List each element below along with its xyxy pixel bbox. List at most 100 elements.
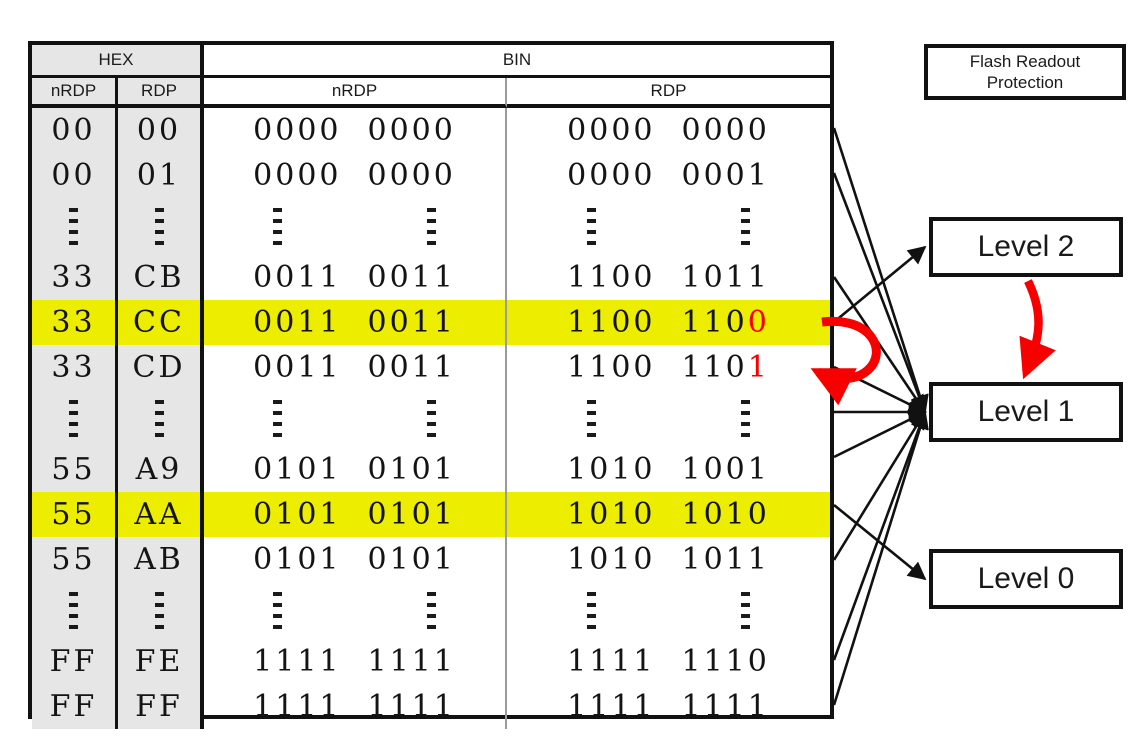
cell-hex-nrdp: [32, 390, 118, 447]
bin-nibble-low: 1111: [367, 689, 456, 724]
bin-nibble-high: 1100: [567, 305, 656, 340]
cell-hex-rdp: CC: [118, 300, 204, 345]
cell-hex-rdp: [118, 582, 204, 639]
vertical-ellipsis: [69, 592, 78, 629]
cell-bin-nrdp: 0011 0011: [204, 345, 507, 390]
vertical-ellipsis: [154, 208, 164, 245]
cell-hex-nrdp: 33: [32, 345, 118, 390]
level-1-label: Level 1: [977, 395, 1075, 428]
bin-nibble-low: 0011: [367, 350, 456, 385]
cell-hex-nrdp: FF: [32, 684, 118, 729]
vertical-ellipsis: [273, 208, 282, 245]
cell-hex-rdp: [118, 198, 204, 255]
cell-bin-nrdp: 1111 1111: [204, 639, 507, 684]
cell-bin-nrdp: 0101 0101: [204, 537, 507, 582]
bin-nibble-high: 1100: [567, 260, 656, 295]
bin-nibble-high: 0101: [253, 452, 342, 487]
cell-hex-rdp: 01: [118, 153, 204, 198]
table-row: 55 A9 0101 0101 1010 1001: [32, 447, 830, 492]
bin-nibble-low-text: 1011: [681, 542, 770, 577]
vertical-ellipsis: [69, 400, 78, 437]
frp-title-line-1: Flash Readout: [969, 51, 1081, 71]
cell-bin-rdp: 1111 1111: [507, 684, 830, 729]
cell-hex-rdp: 00: [118, 108, 204, 153]
bin-nibble-low: 0011: [367, 305, 456, 340]
ellipsis-pair: [587, 208, 750, 245]
bin-nibble-group: 1111 1111: [253, 644, 456, 679]
table-ellipsis-row: [32, 198, 830, 255]
bin-nibble-high: 0000: [253, 113, 342, 148]
level-2-box: Level 2: [929, 217, 1123, 277]
bin-nibble-group: 0101 0101: [253, 452, 456, 487]
table-ellipsis-row: [32, 582, 830, 639]
cell-bin-nrdp: [204, 390, 507, 447]
bin-nibble-group: 0000 0001: [567, 158, 770, 193]
cell-bin-nrdp: 0101 0101: [204, 492, 507, 537]
bin-nibble-group: 1111 1111: [567, 689, 770, 724]
bin-nibble-group: 0011 0011: [253, 350, 456, 385]
vertical-ellipsis: [741, 592, 750, 629]
cell-bin-nrdp: 0101 0101: [204, 447, 507, 492]
bin-nibble-group: 1111 1111: [253, 689, 456, 724]
bin-nibble-high: 1010: [567, 542, 656, 577]
bin-nibble-high: 0011: [253, 305, 342, 340]
bin-nibble-low: 1011: [682, 260, 770, 295]
bin-nibble-high: 1111: [567, 644, 656, 679]
vertical-ellipsis: [427, 400, 436, 437]
cell-bin-rdp: 0000 0000: [507, 108, 830, 153]
table-body: 00 00 0000 0000 0000 0000 00 01 0000 0000 0000 0001…: [32, 108, 830, 729]
bin-nibble-high: 0011: [253, 350, 342, 385]
cell-hex-nrdp: 33: [32, 255, 118, 300]
bin-nibble-low: 1011: [682, 542, 770, 577]
cell-bin-rdp: 1010 1011: [507, 537, 830, 582]
cell-hex-nrdp: 00: [32, 108, 118, 153]
frp-title-line-2: Protection: [986, 73, 1064, 92]
level2-to-level1-arrow: [1019, 279, 1056, 380]
table-ellipsis-row: [32, 390, 830, 447]
bin-nibble-group: 0000 0000: [253, 158, 456, 193]
bin-nibble-low: 0011: [367, 260, 456, 295]
bin-nibble-group: 0011 0011: [253, 305, 456, 340]
line-to-level-2: [833, 245, 927, 324]
cell-hex-nrdp: 55: [32, 537, 118, 582]
cell-hex-rdp: [118, 390, 204, 447]
bin-nibble-low: 1111: [682, 689, 770, 724]
vertical-ellipsis: [154, 592, 164, 629]
bin-nibble-high: 0101: [253, 497, 342, 532]
bin-nibble-high: 1111: [253, 644, 342, 679]
bin-nibble-low: 1110: [682, 644, 770, 679]
vertical-ellipsis: [154, 400, 164, 437]
level-0-box: Level 0: [929, 549, 1123, 609]
ellipsis-pair: [587, 592, 750, 629]
cell-bin-rdp: 1100 1011: [507, 255, 830, 300]
vertical-ellipsis: [273, 592, 282, 629]
cell-bin-nrdp: [204, 582, 507, 639]
cell-bin-rdp: [507, 198, 830, 255]
cell-hex-rdp: AB: [118, 537, 204, 582]
header-hex-nrdp: nRDP: [32, 78, 118, 108]
bin-nibble-group: 1010 1001: [567, 452, 770, 487]
cell-hex-rdp: A9: [118, 447, 204, 492]
cell-hex-nrdp: 00: [32, 153, 118, 198]
bin-nibble-low-text: 1010: [681, 497, 770, 532]
ellipsis-pair: [273, 208, 436, 245]
vertical-ellipsis: [427, 208, 436, 245]
bin-nibble-group: 0000 0000: [567, 113, 770, 148]
bin-nibble-high: 0000: [567, 158, 656, 193]
cell-hex-nrdp: 55: [32, 447, 118, 492]
rdp-mapping-table: HEX BIN nRDP RDP nRDP RDP 00 00 0000 0000 00…: [28, 41, 834, 729]
cell-bin-rdp: 1100 1100: [507, 300, 830, 345]
bin-nibble-low: 1100: [682, 305, 770, 340]
cell-bin-rdp: [507, 390, 830, 447]
bin-nibble-low-text: 110: [681, 305, 748, 340]
cell-hex-rdp: AA: [118, 492, 204, 537]
bin-nibble-low-text: 1001: [681, 452, 770, 487]
bin-nibble-low: 0000: [367, 158, 456, 193]
rdp-level-diagram: HEX BIN nRDP RDP nRDP RDP 00 00 0000 0000 00…: [0, 0, 1136, 743]
bin-nibble-high: 1010: [567, 497, 656, 532]
vertical-ellipsis: [427, 592, 436, 629]
cell-hex-nrdp: 33: [32, 300, 118, 345]
table-row: 33 CD 0011 0011 1100 1101: [32, 345, 830, 390]
level-0-label: Level 0: [977, 562, 1075, 595]
bin-nibble-group: 1010 1010: [567, 497, 770, 532]
